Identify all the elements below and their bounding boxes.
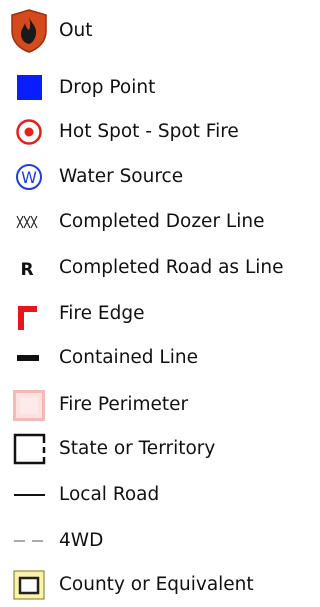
drop-point-icon [9,66,49,110]
hot-spot-icon [9,110,49,154]
legend-label: Drop Point [59,77,156,98]
legend-item-water-source: W Water Source [0,155,292,199]
legend-label: State or Territory [59,438,216,459]
legend-item-4wd: 4WD [0,519,292,563]
road-as-line-icon: R [9,246,49,290]
legend-item-hot-spot: Hot Spot - Spot Fire [0,110,292,154]
fire-perimeter-icon [9,383,49,427]
legend-label: Fire Edge [59,303,145,324]
legend-label: Water Source [59,166,184,187]
legend-label: County or Equivalent [59,574,254,595]
legend-label: Completed Dozer Line [59,211,265,232]
dozer-line-icon [9,200,49,244]
svg-text:W: W [21,168,37,187]
svg-text:R: R [20,260,33,280]
fire-out-icon [9,9,49,53]
legend-item-road-as-line: R Completed Road as Line [0,246,292,290]
legend-label: Fire Perimeter [59,394,189,415]
legend-item-drop-point: Drop Point [0,66,292,110]
legend-label: Contained Line [59,347,198,368]
legend-label: Local Road [59,484,160,505]
legend-item-county: County or Equivalent [0,563,292,607]
legend-item-contained-line: Contained Line [0,336,292,380]
fire-edge-icon [9,292,49,336]
local-road-icon [9,473,49,517]
legend-item-dozer-line: Completed Dozer Line [0,200,292,244]
legend-label: 4WD [59,530,104,551]
map-legend: Out Drop Point Hot Spot - Spot Fire W Wa… [0,0,292,602]
legend-label: Out [59,20,93,41]
legend-item-fire-edge: Fire Edge [0,292,292,336]
contained-line-icon [9,336,49,380]
legend-item-state-territory: State or Territory [0,427,292,471]
legend-item-out: Out [0,9,292,53]
legend-label: Hot Spot - Spot Fire [59,121,239,142]
state-territory-icon [9,427,49,471]
county-icon [9,563,49,607]
water-source-icon: W [9,155,49,199]
legend-item-local-road: Local Road [0,473,292,517]
legend-item-fire-perimeter: Fire Perimeter [0,383,292,427]
four-wd-icon [9,519,49,563]
legend-label: Completed Road as Line [59,257,284,278]
